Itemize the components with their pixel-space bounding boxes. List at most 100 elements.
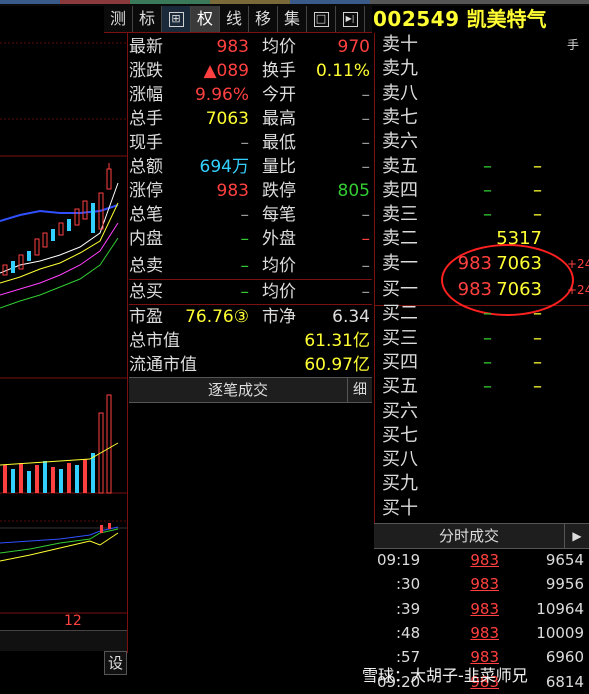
quote-value: – bbox=[361, 133, 371, 153]
bid-level-row[interactable]: 买六 bbox=[382, 400, 587, 424]
quote-value: 694万 bbox=[199, 157, 249, 177]
book-level-label: 买二 bbox=[382, 303, 418, 325]
toolbar-expand-button[interactable]: ⊞ bbox=[162, 6, 191, 32]
float-mcap-row: 流通市值 60.97亿 bbox=[129, 353, 372, 377]
ask-level-row[interactable]: 卖二 5317 bbox=[382, 227, 587, 251]
timesales-title: 分时成交 bbox=[438, 527, 499, 545]
book-level-price: – bbox=[483, 327, 492, 349]
quote-label: 均价 bbox=[262, 256, 296, 276]
quote-label: 总额 bbox=[129, 157, 163, 177]
ask-level-row[interactable]: 卖一 983 7063 +24 bbox=[382, 252, 589, 276]
quote-label: 市盈 bbox=[129, 307, 163, 327]
ask-level-row[interactable]: 卖九 bbox=[382, 57, 587, 81]
book-level-label: 买三 bbox=[382, 327, 418, 349]
ask-level-row[interactable]: 卖五 – – bbox=[382, 155, 587, 179]
quote-value: 805 bbox=[337, 181, 370, 201]
quote-value: – bbox=[361, 109, 371, 129]
ask-level-row[interactable]: 卖十 手 bbox=[382, 33, 587, 57]
book-level-label: 卖八 bbox=[382, 82, 418, 104]
candles bbox=[2, 163, 112, 276]
settings-button[interactable]: 设 bbox=[104, 651, 127, 675]
bid-level-row[interactable]: 买三 – – bbox=[382, 327, 587, 351]
quote-value: 76.76③ bbox=[185, 307, 249, 327]
quote-label: 均价 bbox=[262, 37, 296, 57]
bid-level-row[interactable]: 买七 bbox=[382, 424, 587, 448]
mcap-row: 总市值 61.31亿 bbox=[129, 329, 372, 353]
book-level-price: – bbox=[483, 179, 492, 201]
ask-level-row[interactable]: 卖八 bbox=[382, 82, 587, 106]
quote-row: 总笔 – 每笔 – bbox=[129, 203, 372, 227]
quote-label: 总笔 bbox=[129, 205, 163, 225]
watermark: 雪球：大胡子-韭菜师兄 bbox=[362, 666, 528, 685]
timesales-header: 分时成交 ▶ bbox=[374, 523, 589, 549]
ask-level-row[interactable]: 卖七 bbox=[382, 106, 587, 130]
quote-label: 总买 bbox=[129, 282, 163, 302]
ask-level-row[interactable]: 卖六 bbox=[382, 130, 587, 154]
bid-level-row[interactable]: 买十 bbox=[382, 497, 587, 521]
book-level-change: +24 bbox=[567, 256, 589, 271]
play-icon[interactable]: ▶ bbox=[564, 524, 589, 548]
book-level-price: – bbox=[483, 155, 492, 177]
quote-value: – bbox=[240, 133, 250, 153]
quote-value: ▲089 bbox=[203, 61, 249, 81]
toolbar-move-button[interactable]: 移 bbox=[249, 6, 278, 32]
quote-value: 9.96% bbox=[194, 85, 249, 105]
book-level-label: 卖四 bbox=[382, 179, 418, 201]
quote-value: – bbox=[240, 282, 250, 302]
quote-label: 现手 bbox=[129, 133, 163, 153]
bid-level-row[interactable]: 买八 bbox=[382, 448, 587, 472]
book-level-volume: 7063 bbox=[496, 279, 542, 300]
quote-label: 外盘 bbox=[262, 229, 296, 249]
timesales-vol: 9956 bbox=[545, 575, 584, 594]
toolbar-set-button[interactable]: 集 bbox=[278, 6, 307, 32]
toolbar-collapse-button[interactable]: ▶| bbox=[336, 6, 365, 32]
book-level-label: 卖三 bbox=[382, 204, 418, 226]
sell-total-row: 总卖 – 均价 – bbox=[129, 254, 372, 278]
chart-toolbar: 测 标 ⊞ 权 线 移 集 □ ▶| bbox=[104, 6, 372, 33]
timesales-row: :39 983 10964 bbox=[374, 597, 587, 621]
timesales-row: :48 983 10009 bbox=[374, 621, 587, 645]
quote-label: 涨跌 bbox=[129, 61, 163, 81]
quote-value: 983 bbox=[216, 37, 249, 57]
quote-label: 总手 bbox=[129, 109, 163, 129]
kline-chart-panel[interactable]: 12 bbox=[0, 33, 128, 653]
bid-level-row[interactable]: 买九 bbox=[382, 472, 587, 496]
book-level-price: – bbox=[483, 303, 492, 325]
book-level-change: +24 bbox=[567, 283, 589, 297]
tick-detail-button[interactable]: 细 bbox=[347, 378, 372, 402]
plus-box-icon: ⊞ bbox=[168, 12, 184, 27]
book-level-price: – bbox=[483, 351, 492, 373]
ask-level-row[interactable]: 卖四 – – bbox=[382, 179, 587, 203]
ask-level-row[interactable]: 卖三 – – bbox=[382, 203, 587, 227]
bid-level-row[interactable]: 买四 – – bbox=[382, 351, 587, 375]
quote-value: 6.34 bbox=[332, 307, 370, 327]
toolbar-window-button[interactable]: □ bbox=[307, 6, 336, 32]
bid-level-row[interactable]: 买五 – – bbox=[382, 375, 587, 399]
book-level-volume: – bbox=[533, 376, 542, 398]
bid-level-row[interactable]: 买一 983 7063 +24 bbox=[382, 278, 589, 302]
book-level-label: 买一 bbox=[382, 279, 418, 300]
quote-row: 现手 – 最低 – bbox=[129, 131, 372, 155]
quote-label: 每笔 bbox=[262, 205, 296, 225]
toolbar-line-button[interactable]: 线 bbox=[220, 6, 249, 32]
tick-trades-title: 逐笔成交 bbox=[207, 381, 268, 399]
book-level-volume: – bbox=[533, 351, 542, 373]
stock-name: 凯美特气 bbox=[466, 7, 547, 31]
quote-value: – bbox=[361, 229, 371, 249]
quote-row: 总手 7063 最高 – bbox=[129, 107, 372, 131]
toolbar-rights-button[interactable]: 权 bbox=[191, 6, 220, 32]
buy-total-row: 总买 – 均价 – bbox=[129, 279, 372, 304]
chart-scrollbar[interactable] bbox=[0, 630, 127, 651]
book-level-label: 买四 bbox=[382, 351, 418, 373]
quote-value: 0.11% bbox=[315, 61, 370, 81]
bid-level-row[interactable]: 买二 – – bbox=[382, 302, 587, 326]
timesales-vol: 9654 bbox=[545, 551, 584, 569]
book-level-price: – bbox=[483, 376, 492, 398]
toolbar-mark-button[interactable]: 标 bbox=[133, 6, 162, 32]
timesales-price: 983 bbox=[470, 623, 499, 642]
quote-value: 983 bbox=[216, 181, 249, 201]
book-level-volume: 7063 bbox=[496, 252, 542, 274]
toolbar-measure-button[interactable]: 测 bbox=[104, 6, 133, 32]
book-level-label: 卖六 bbox=[382, 131, 418, 153]
volume-bars bbox=[3, 394, 112, 494]
